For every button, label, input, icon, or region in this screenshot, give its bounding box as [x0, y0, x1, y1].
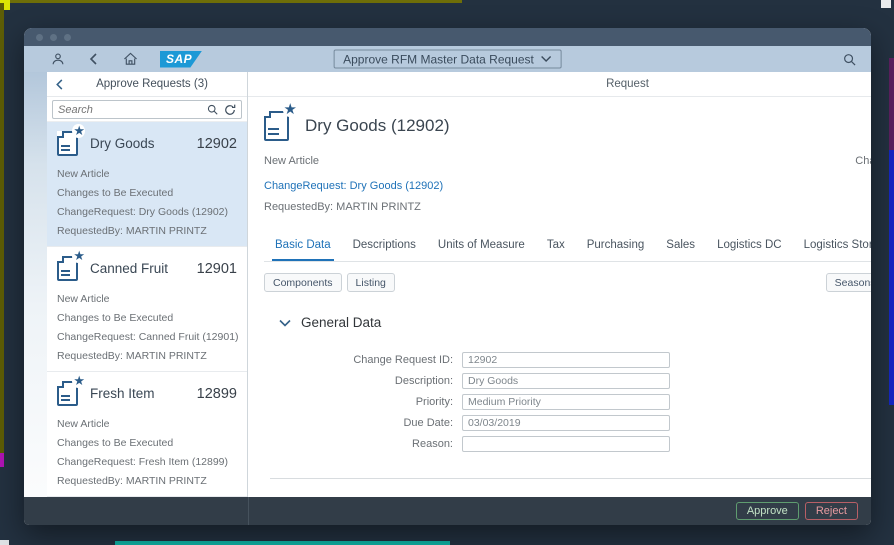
shell-header: SAP Approve RFM Master Data Request: [24, 46, 871, 72]
item-attribute: ChangeRequest: Canned Fruit (12901): [57, 328, 237, 347]
object-title: Dry Goods (12902): [305, 116, 450, 136]
item-attribute: Changes to Be Executed: [57, 434, 237, 453]
artifact-strip-magenta: [0, 453, 4, 467]
listing-button[interactable]: Listing: [347, 273, 395, 292]
item-attribute: New Article: [57, 415, 237, 434]
item-attribute: RequestedBy: MARTIN PRINTZ: [57, 222, 237, 241]
item-attribute: New Article: [57, 165, 237, 184]
request-document-icon: ★: [57, 256, 78, 281]
approve-button[interactable]: Approve: [736, 502, 799, 520]
item-attribute: RequestedBy: MARTIN PRINTZ: [57, 347, 237, 366]
chevron-down-icon: [541, 56, 552, 63]
item-id: 12902: [197, 136, 237, 152]
tab-units-of-measure[interactable]: Units of Measure: [427, 229, 536, 261]
components-button[interactable]: Components: [264, 273, 342, 292]
content-toolbar: Components Listing Seasons Characteristi…: [264, 273, 871, 292]
section-title: General Data: [301, 315, 381, 330]
footer-bar: Approve Reject: [24, 497, 871, 525]
general-data-form: Change Request ID: Description: Priority…: [264, 352, 871, 452]
artifact-strip-blue: [889, 150, 894, 405]
artifact-notch-top-right: [881, 0, 891, 8]
item-attribute: Changes to Be Executed: [57, 309, 237, 328]
artifact-strip-left: [0, 3, 4, 453]
content-separator: [270, 478, 871, 479]
object-status-right: Changes to Be Executed: [855, 155, 871, 167]
field-label: Change Request ID:: [264, 354, 462, 366]
artifact-strip-purple: [889, 58, 894, 150]
app-window: SAP Approve RFM Master Data Request Appr…: [24, 28, 871, 525]
item-title: Canned Fruit: [90, 261, 168, 276]
search-input[interactable]: [58, 104, 201, 116]
object-header: ★ Dry Goods (12902) New Article Changes …: [264, 97, 871, 213]
item-id: 12899: [197, 386, 237, 402]
request-document-icon: ★: [57, 131, 78, 156]
field-label: Description:: [264, 375, 462, 387]
due-date-field[interactable]: [462, 415, 670, 431]
field-label: Priority:: [264, 396, 462, 408]
user-icon[interactable]: [50, 51, 66, 67]
search-field[interactable]: [52, 100, 242, 119]
item-attribute: ChangeRequest: Dry Goods (12902): [57, 203, 237, 222]
field-label: Reason:: [264, 438, 462, 450]
object-status-left: New Article: [264, 155, 319, 167]
seasons-button[interactable]: Seasons: [826, 273, 871, 292]
change-request-link[interactable]: ChangeRequest: Dry Goods (12902): [264, 180, 871, 192]
footer-divider: [248, 497, 249, 525]
requested-by-text: RequestedBy: MARTIN PRINTZ: [264, 201, 871, 213]
item-title: Fresh Item: [90, 386, 155, 401]
field-label: Due Date:: [264, 417, 462, 429]
refresh-icon[interactable]: [224, 104, 236, 116]
general-data-section-header[interactable]: General Data: [264, 315, 871, 330]
tab-sales[interactable]: Sales: [655, 229, 706, 261]
description-field[interactable]: [462, 373, 670, 389]
list-item[interactable]: ★ Dry Goods 12902 New Article Changes to…: [47, 122, 247, 247]
priority-field[interactable]: [462, 394, 670, 410]
detail-panel: Request ★ Dry Goods (12902) New Arti: [248, 72, 871, 497]
tab-tax[interactable]: Tax: [536, 229, 576, 261]
tab-bar: Basic Data Descriptions Units of Measure…: [264, 229, 871, 262]
app-title-menu[interactable]: Approve RFM Master Data Request: [333, 50, 562, 69]
master-panel: Approve Requests (3): [47, 72, 248, 497]
back-icon[interactable]: [86, 51, 102, 67]
home-icon[interactable]: [122, 51, 138, 67]
window-titlebar: [24, 28, 871, 46]
app-body: Approve Requests (3): [24, 72, 871, 497]
detail-content: ★ Dry Goods (12902) New Article Changes …: [248, 97, 871, 497]
detail-header: Request: [248, 72, 871, 97]
item-attribute: ChangeRequest: Fresh Item (12899): [57, 453, 237, 472]
search-icon[interactable]: [207, 104, 218, 115]
master-search-toolbar: [47, 97, 247, 122]
list-item[interactable]: ★ Fresh Item 12899 New Article Changes t…: [47, 372, 247, 497]
window-maximize-button[interactable]: [64, 34, 71, 41]
reason-field[interactable]: [462, 436, 670, 452]
collapse-icon: [279, 319, 291, 327]
master-header: Approve Requests (3): [47, 72, 247, 97]
artifact-strip-top: [0, 0, 462, 3]
list-item[interactable]: ★ Canned Fruit 12901 New Article Changes…: [47, 247, 247, 372]
artifact-strip-teal: [115, 541, 450, 545]
window-close-button[interactable]: [36, 34, 43, 41]
tab-logistics-dc[interactable]: Logistics DC: [706, 229, 793, 261]
request-list: ★ Dry Goods 12902 New Article Changes to…: [47, 122, 247, 497]
request-document-icon: ★: [264, 111, 289, 141]
reject-button[interactable]: Reject: [805, 502, 858, 520]
item-id: 12901: [197, 261, 237, 277]
window-minimize-button[interactable]: [50, 34, 57, 41]
change-request-id-field[interactable]: [462, 352, 670, 368]
sap-logo: SAP: [160, 51, 202, 68]
tab-purchasing[interactable]: Purchasing: [576, 229, 656, 261]
tab-logistics-store[interactable]: Logistics Store: [793, 229, 871, 261]
tab-descriptions[interactable]: Descriptions: [342, 229, 427, 261]
master-title: Approve Requests (3): [65, 78, 239, 90]
request-document-icon: ★: [57, 381, 78, 406]
tab-basic-data[interactable]: Basic Data: [264, 229, 342, 261]
item-title: Dry Goods: [90, 136, 155, 151]
app-title: Approve RFM Master Data Request: [343, 52, 534, 66]
item-attribute: New Article: [57, 290, 237, 309]
search-icon[interactable]: [841, 51, 857, 67]
item-attribute: RequestedBy: MARTIN PRINTZ: [57, 472, 237, 491]
item-attribute: Changes to Be Executed: [57, 184, 237, 203]
back-icon[interactable]: [55, 79, 65, 90]
artifact-notch-bottom-left: [0, 540, 9, 545]
